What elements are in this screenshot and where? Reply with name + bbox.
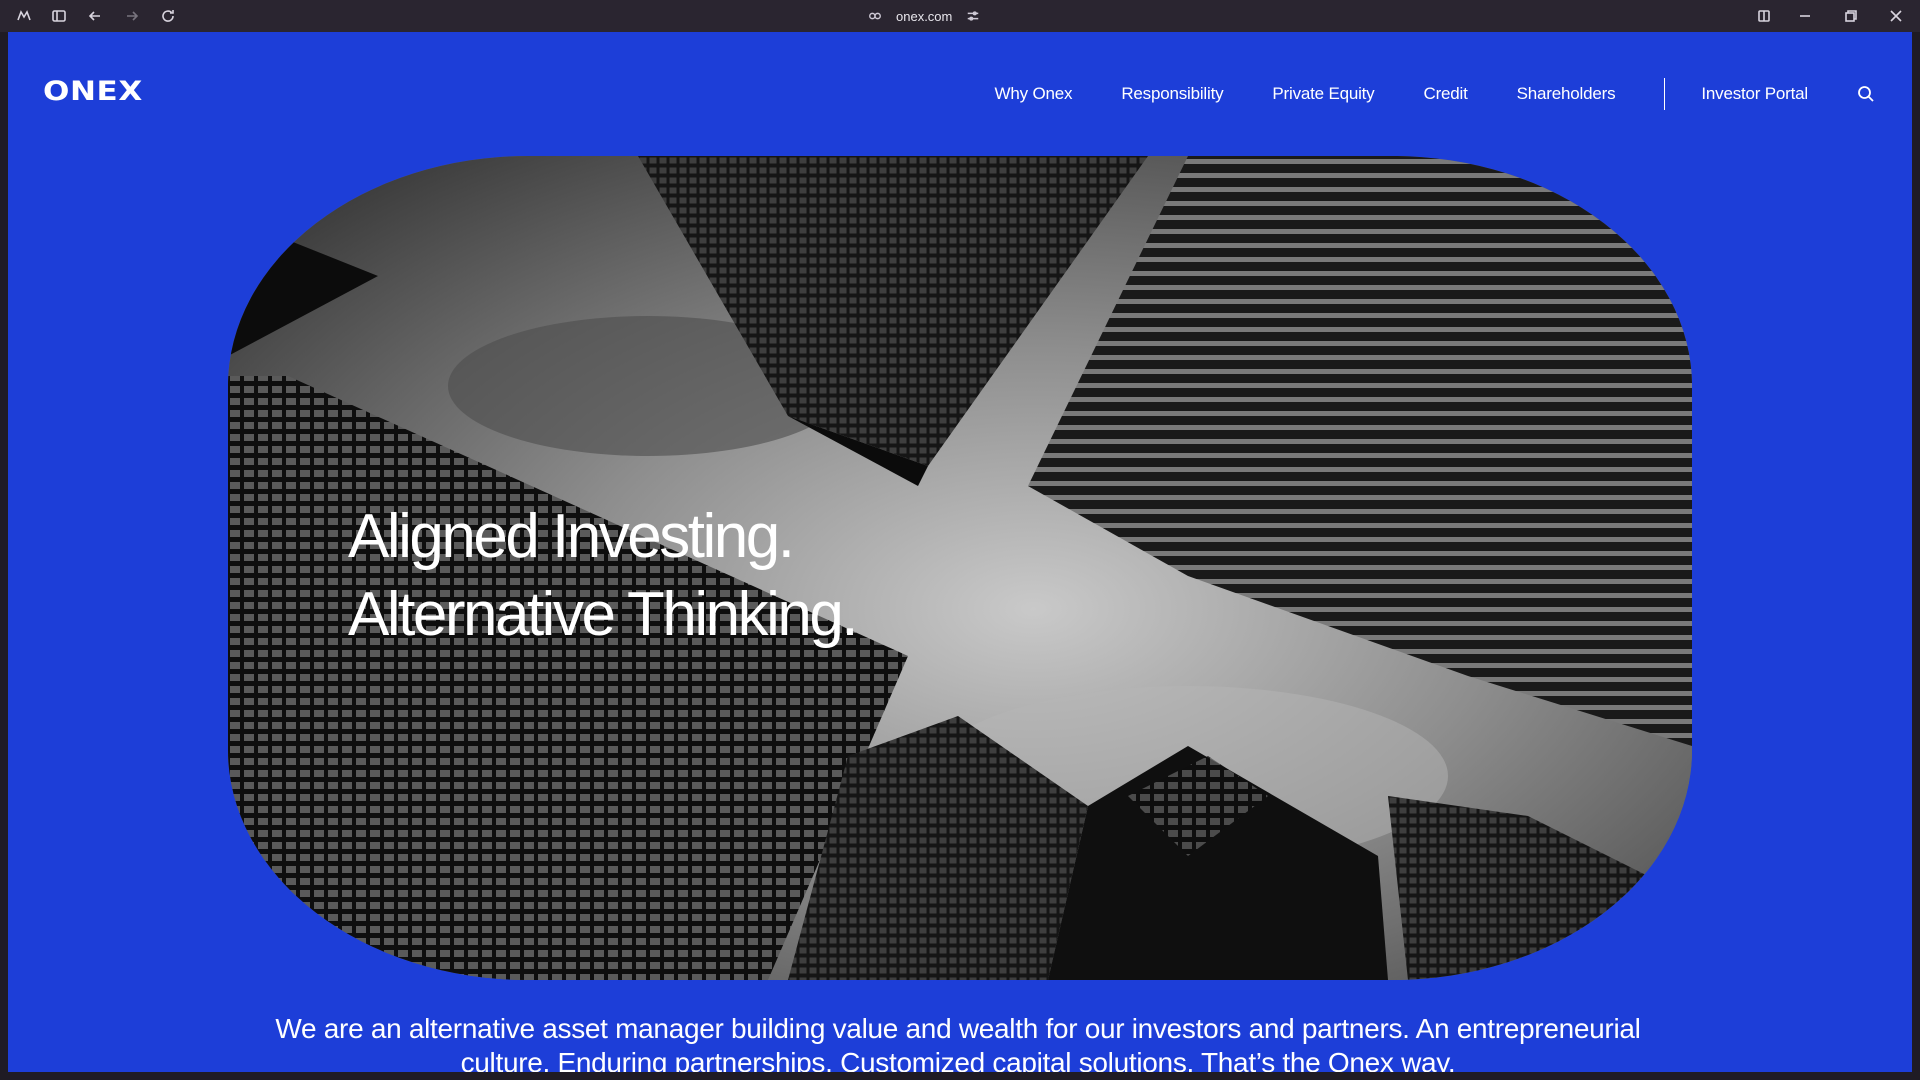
nav-investor-portal[interactable]: Investor Portal bbox=[1701, 84, 1808, 104]
nav-divider bbox=[1664, 78, 1666, 110]
hero-headline: Aligned Investing. Alternative Thinking. bbox=[348, 498, 859, 654]
split-view-icon[interactable] bbox=[1754, 6, 1774, 26]
intro-paragraph: We are an alternative asset manager buil… bbox=[275, 1013, 1641, 1072]
restore-icon[interactable] bbox=[1841, 6, 1861, 26]
web-page: ONEX Why Onex Responsibility Private Equ… bbox=[8, 32, 1912, 1072]
close-icon[interactable] bbox=[1886, 6, 1906, 26]
forward-arrow-icon[interactable] bbox=[122, 6, 142, 26]
browser-toolbar: onex.com bbox=[0, 0, 1920, 32]
reload-icon[interactable] bbox=[158, 6, 178, 26]
nav-private-equity[interactable]: Private Equity bbox=[1272, 84, 1374, 104]
nav-responsibility[interactable]: Responsibility bbox=[1121, 84, 1223, 104]
minimize-icon[interactable] bbox=[1795, 6, 1815, 26]
address-bar[interactable]: onex.com bbox=[868, 6, 980, 26]
nav-why-onex[interactable]: Why Onex bbox=[995, 84, 1073, 104]
search-icon[interactable] bbox=[1857, 85, 1875, 103]
nav-credit[interactable]: Credit bbox=[1424, 84, 1468, 104]
site-info-icon[interactable] bbox=[868, 9, 882, 23]
url-text[interactable]: onex.com bbox=[896, 9, 952, 24]
nav-shareholders[interactable]: Shareholders bbox=[1517, 84, 1616, 104]
page-settings-icon[interactable] bbox=[966, 9, 980, 23]
back-arrow-icon[interactable] bbox=[85, 6, 105, 26]
browser-menu-icon[interactable] bbox=[14, 6, 34, 26]
sidebar-toggle-icon[interactable] bbox=[49, 6, 69, 26]
hero-image: Aligned Investing. Alternative Thinking. bbox=[228, 156, 1692, 980]
onex-logo[interactable]: ONEX bbox=[43, 76, 143, 107]
main-nav: Why Onex Responsibility Private Equity C… bbox=[995, 76, 1912, 112]
hero-line-1: Aligned Investing. bbox=[348, 502, 795, 571]
hero-line-2: Alternative Thinking. bbox=[348, 580, 859, 649]
